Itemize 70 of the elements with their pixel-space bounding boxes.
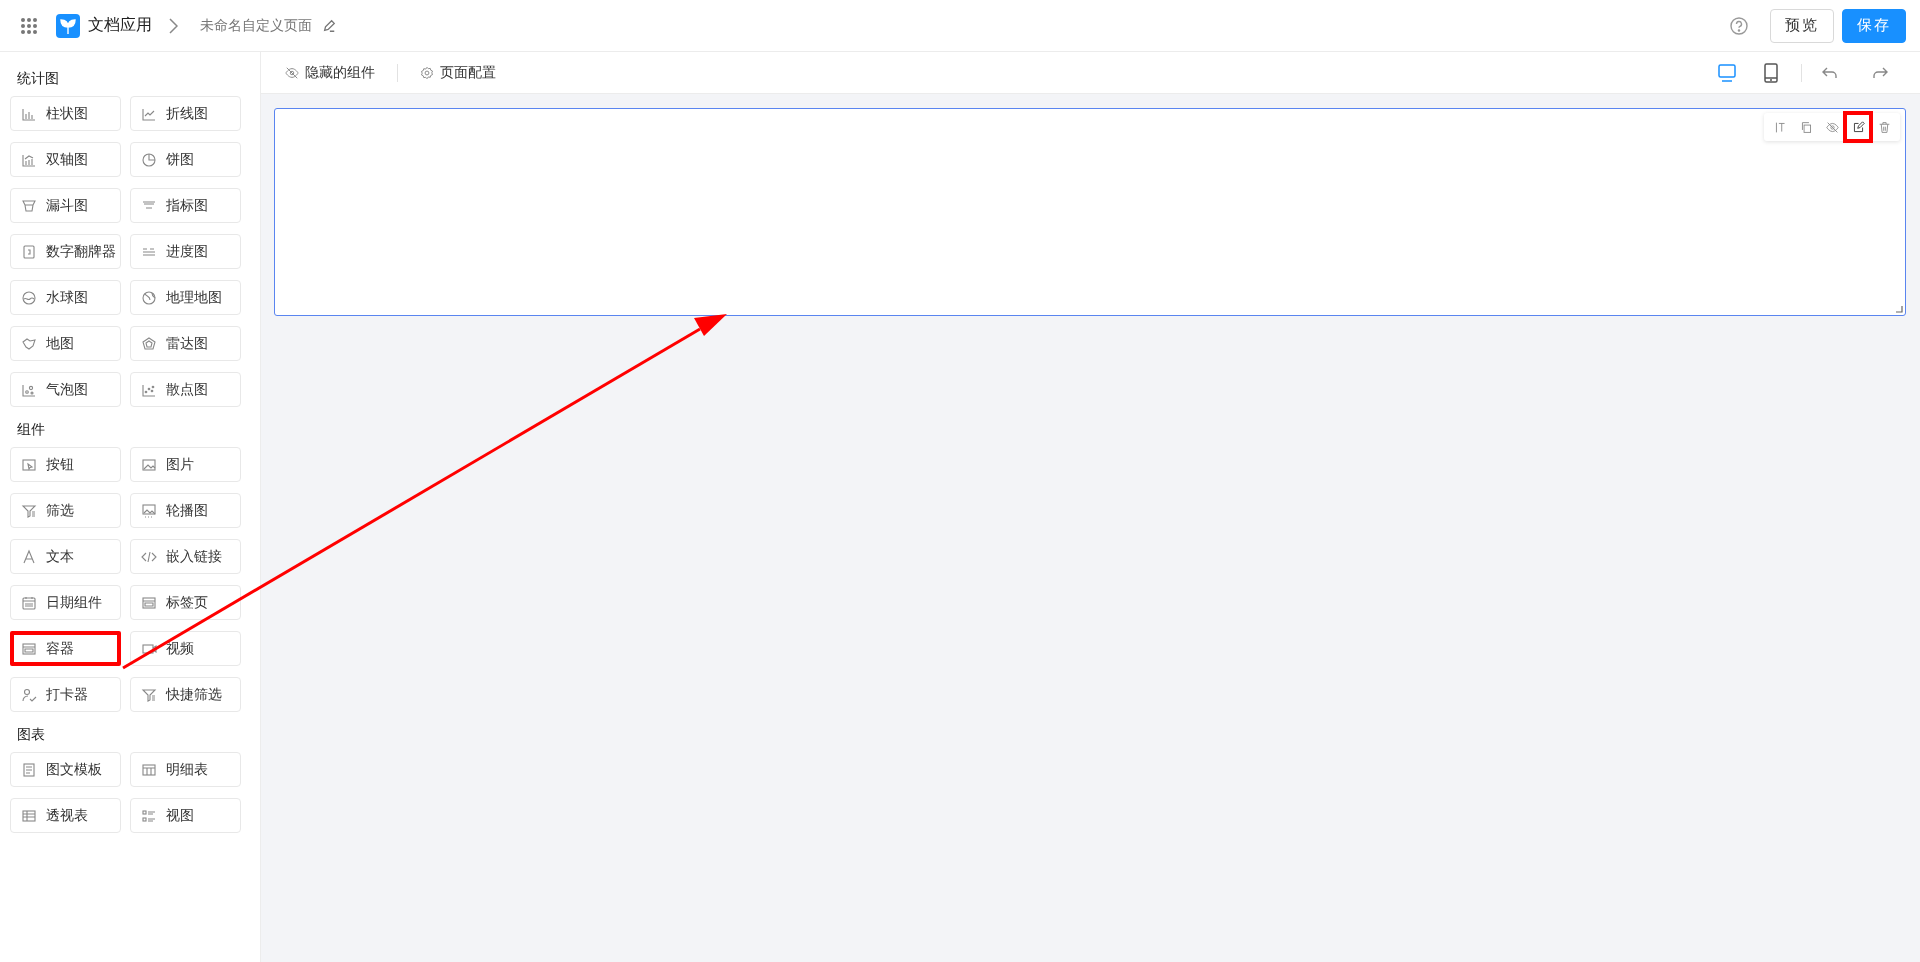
chevron-right-icon [168,17,178,34]
globe-icon [141,289,157,306]
component-item[interactable]: 进度图 [130,234,241,269]
component-item[interactable]: 饼图 [130,142,241,177]
undo-icon[interactable] [1822,65,1838,80]
document-icon [21,761,37,778]
section-title: 图表 [17,726,46,744]
carousel-icon [141,502,157,519]
table-icon [141,761,157,778]
component-item[interactable]: 数字翻牌器 [10,234,121,269]
phone-icon[interactable] [1761,62,1781,83]
pencil-icon[interactable] [322,18,336,33]
check-in-icon [21,686,37,703]
component-item[interactable]: 视频 [130,631,241,666]
calendar-icon [21,594,37,611]
component-item[interactable]: 标签页 [130,585,241,620]
hidden-components-button[interactable]: 隐藏的组件 [283,63,377,82]
component-item[interactable]: 嵌入链接 [130,539,241,574]
component-item[interactable]: 按钮 [10,447,121,482]
text-icon [21,548,37,565]
component-item[interactable]: 柱状图 [10,96,121,131]
counter-icon [21,243,37,260]
component-item[interactable]: 双轴图 [10,142,121,177]
component-item[interactable]: 散点图 [130,372,241,407]
component-item[interactable]: 透视表 [10,798,121,833]
list-icon [141,807,157,824]
image-icon [141,456,157,473]
component-item[interactable]: 地理地图 [130,280,241,315]
funnel-icon [21,197,37,214]
component-item[interactable]: 气泡图 [10,372,121,407]
pie-chart-icon [141,151,157,168]
component-item[interactable]: 明细表 [130,752,241,787]
app-name[interactable]: 文档应用 [88,15,152,36]
component-item[interactable]: 快捷筛选 [130,677,241,712]
component-item[interactable]: 筛选 [10,493,121,528]
grid-table-icon [21,807,37,824]
component-item[interactable]: 轮播图 [130,493,241,528]
component-item[interactable]: 指标图 [130,188,241,223]
page-title: 未命名自定义页面 [200,16,312,35]
component-item[interactable]: 视图 [130,798,241,833]
settings-icon [420,65,434,80]
component-item[interactable]: 折线图 [130,96,241,131]
radar-icon [141,335,157,352]
redo-icon[interactable] [1872,65,1888,80]
help-icon[interactable] [1730,16,1748,35]
logo-icon [56,13,80,38]
component-item[interactable]: 文本 [10,539,121,574]
resize-handle-icon[interactable] [1896,306,1903,313]
app-grid-icon[interactable] [20,16,38,35]
section-title: 组件 [17,421,46,439]
section-title: 统计图 [17,70,60,88]
desktop-icon[interactable] [1717,62,1737,83]
component-item[interactable]: 漏斗图 [10,188,121,223]
eye-off-icon [285,65,299,80]
component-item[interactable]: 日期组件 [10,585,121,620]
filter-icon [141,686,157,703]
component-item[interactable]: 打卡器 [10,677,121,712]
component-item[interactable]: 雷达图 [130,326,241,361]
button-icon [21,456,37,473]
page-config-button[interactable]: 页面配置 [418,63,498,82]
tab-icon [21,640,37,657]
component-item[interactable]: 水球图 [10,280,121,315]
tab-icon [141,594,157,611]
component-item[interactable]: 图片 [130,447,241,482]
filter-icon [21,502,37,519]
component-item[interactable]: 地图 [10,326,121,361]
liquid-ball-icon [21,289,37,306]
preview-button[interactable]: 预览 [1770,8,1834,43]
component-item[interactable]: 容器 [10,631,121,666]
component-item[interactable]: 图文模板 [10,752,121,787]
